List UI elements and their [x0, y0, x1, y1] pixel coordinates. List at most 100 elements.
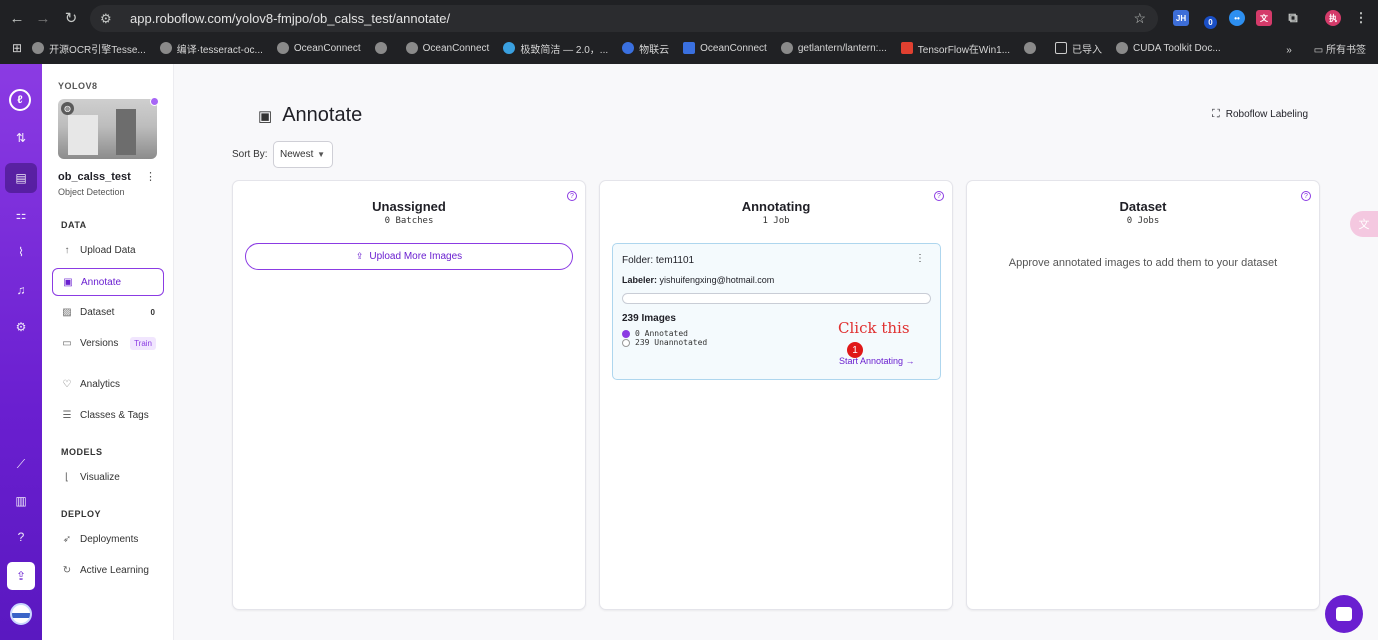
- profile-avatar-icon[interactable]: 执: [1325, 10, 1341, 26]
- column-title: Unassigned: [372, 199, 446, 214]
- hierarchy-icon[interactable]: ⚏: [11, 205, 31, 225]
- rocket-icon[interactable]: ⟋: [11, 454, 31, 474]
- job-card[interactable]: Folder: tem1101 ⋮ Labeler: yishuifengxin…: [612, 243, 941, 380]
- annotation-progress-bar: [622, 293, 931, 304]
- reload-icon[interactable]: ↻: [57, 4, 85, 32]
- bookmark-item[interactable]: 极致简洁 — 2.0，...: [503, 41, 608, 56]
- globe-icon: [1116, 42, 1129, 54]
- bookmark-item[interactable]: getlantern/lantern:...: [780, 42, 887, 54]
- cloud-icon: [622, 42, 635, 54]
- chevron-double-right-icon[interactable]: »: [1286, 45, 1292, 56]
- column-annotating: ? Annotating 1 Job Folder: tem1101 ⋮ Lab…: [599, 180, 953, 610]
- folder-icon: [1055, 42, 1068, 54]
- bookmark-item[interactable]: [374, 42, 392, 54]
- chevron-down-icon: ▼: [317, 150, 325, 159]
- bookmark-item[interactable]: 物联云: [622, 41, 669, 56]
- bell-icon[interactable]: ♫: [11, 280, 31, 300]
- list-icon: ☰: [62, 409, 72, 421]
- sidebar-item-active-learning[interactable]: ↻ Active Learning: [52, 556, 164, 584]
- apps-grid-icon[interactable]: ⊞: [12, 41, 22, 55]
- train-badge[interactable]: Train: [130, 336, 156, 350]
- translate-widget-icon[interactable]: 文: [1350, 211, 1378, 237]
- thumbnail-shape: [116, 109, 136, 155]
- forward-icon[interactable]: →: [29, 4, 57, 32]
- globe-icon: [1024, 42, 1037, 54]
- help-icon[interactable]: ?: [11, 527, 31, 547]
- c-logo-icon: [900, 42, 913, 54]
- page-title: ▣ Annotate: [258, 104, 363, 126]
- bookmark-star-icon[interactable]: ☆: [1133, 10, 1146, 27]
- bookmark-item[interactable]: OceanConnect: [683, 42, 767, 54]
- globe-icon: [276, 42, 289, 54]
- chat-support-button[interactable]: [1325, 595, 1363, 633]
- column-subtitle: 0 Batches: [384, 216, 434, 226]
- analytics-icon[interactable]: ⌇: [11, 242, 31, 262]
- section-models-label: MODELS: [61, 447, 103, 457]
- all-bookmarks[interactable]: » ▭ 所有书签: [1286, 41, 1366, 56]
- upload-icon[interactable]: ⇪: [7, 562, 35, 590]
- versions-icon: ▭: [62, 337, 72, 349]
- upload-more-images-button[interactable]: ⇪ Upload More Images: [245, 243, 573, 270]
- bookmark-item[interactable]: 开源OCR引擎Tesse...: [32, 41, 146, 56]
- roboflow-labeling-link[interactable]: ⛶ Roboflow Labeling: [1212, 108, 1308, 121]
- sidebar-item-dataset[interactable]: ▨ Dataset 0: [52, 298, 164, 326]
- project-menu-icon[interactable]: ⋮: [145, 170, 156, 183]
- app-rail: ℓ ⇅ ▤ ⚏ ⌇ ♫ ⚙ ⟋ ▥ ? ⇪: [0, 64, 42, 640]
- extension-jh-icon[interactable]: JH: [1173, 10, 1189, 26]
- address-bar[interactable]: ⚙ app.roboflow.com/yolov8-fmjpo/ob_calss…: [90, 5, 1158, 32]
- extensions-puzzle-icon[interactable]: ⧉: [1285, 10, 1301, 26]
- bookmark-item[interactable]: TensorFlow在Win1...: [900, 41, 1010, 56]
- back-icon[interactable]: ←: [3, 4, 31, 32]
- extension-translate-icon[interactable]: 文: [1256, 10, 1272, 26]
- sidebar-item-analytics[interactable]: ♡ Analytics: [52, 370, 164, 398]
- drop-icon: [503, 42, 516, 54]
- bookmark-item[interactable]: OceanConnect: [405, 42, 489, 54]
- browser-menu-icon[interactable]: ⋮: [1353, 10, 1369, 26]
- extension-chat-icon[interactable]: ••: [1229, 10, 1245, 26]
- bookmark-item[interactable]: 编译·tesseract-oc...: [159, 41, 263, 56]
- chart-icon: ⌊: [65, 471, 69, 483]
- bookmark-item[interactable]: [1024, 42, 1041, 54]
- roboflow-logo-icon[interactable]: ℓ: [9, 89, 31, 111]
- bookmark-item[interactable]: CUDA Toolkit Doc...: [1116, 42, 1221, 54]
- inbox-icon[interactable]: ▤: [11, 168, 31, 188]
- sidebar-item-upload-data[interactable]: ↑ Upload Data: [52, 236, 164, 264]
- sidebar-item-versions[interactable]: ▭ Versions Train: [52, 329, 164, 357]
- url-text: app.roboflow.com/yolov8-fmjpo/ob_calss_t…: [130, 11, 451, 26]
- bookmark-favicon-icon: [32, 42, 45, 54]
- section-deploy-label: DEPLOY: [61, 509, 102, 519]
- unannotated-dot-icon: [622, 338, 630, 347]
- settings-gear-icon[interactable]: ⚙: [11, 317, 31, 337]
- library-icon[interactable]: ▥: [11, 491, 31, 511]
- extension-badge[interactable]: 0: [1204, 16, 1217, 29]
- transfer-icon[interactable]: ⇅: [11, 128, 31, 148]
- user-avatar[interactable]: [10, 603, 32, 625]
- globe-icon: [374, 42, 387, 54]
- project-name: ob_calss_test: [58, 171, 131, 183]
- sidebar-item-annotate[interactable]: ▣ Annotate: [52, 268, 164, 296]
- project-thumbnail[interactable]: ◍: [58, 99, 157, 159]
- thumbnail-shape: [68, 115, 98, 155]
- column-title: Dataset: [1119, 199, 1167, 214]
- bookmark-folder[interactable]: 已导入: [1055, 41, 1102, 56]
- bookmarks-bar: ⊞ 开源OCR引擎Tesse... 编译·tesseract-oc... Oce…: [0, 37, 1378, 59]
- annotation-note: Click this: [838, 319, 910, 337]
- legend-unannotated: 239 Unannotated: [622, 338, 707, 347]
- start-annotating-button[interactable]: Start Annotating →: [839, 356, 915, 366]
- site-info-icon[interactable]: ⚙: [100, 11, 120, 27]
- sidebar-item-classes-tags[interactable]: ☰ Classes & Tags: [52, 401, 164, 429]
- chat-icon: [1336, 607, 1352, 621]
- heart-icon: ♡: [62, 378, 72, 390]
- github-icon: [780, 42, 793, 54]
- github-icon: [159, 42, 172, 54]
- globe-icon: [405, 42, 418, 54]
- bookmark-item[interactable]: OceanConnect: [276, 42, 361, 54]
- sort-select[interactable]: Newest ▼: [273, 141, 333, 168]
- job-menu-icon[interactable]: ⋮: [915, 253, 925, 264]
- workspace-name: YOLOV8: [58, 81, 98, 91]
- column-subtitle: 1 Job: [762, 216, 790, 226]
- column-dataset: ? Dataset 0 Jobs Approve annotated image…: [966, 180, 1320, 610]
- sidebar-item-deployments[interactable]: ➶ Deployments: [52, 525, 164, 553]
- image-icon: ▨: [62, 306, 72, 318]
- sidebar-item-visualize[interactable]: ⌊ Visualize: [52, 463, 164, 491]
